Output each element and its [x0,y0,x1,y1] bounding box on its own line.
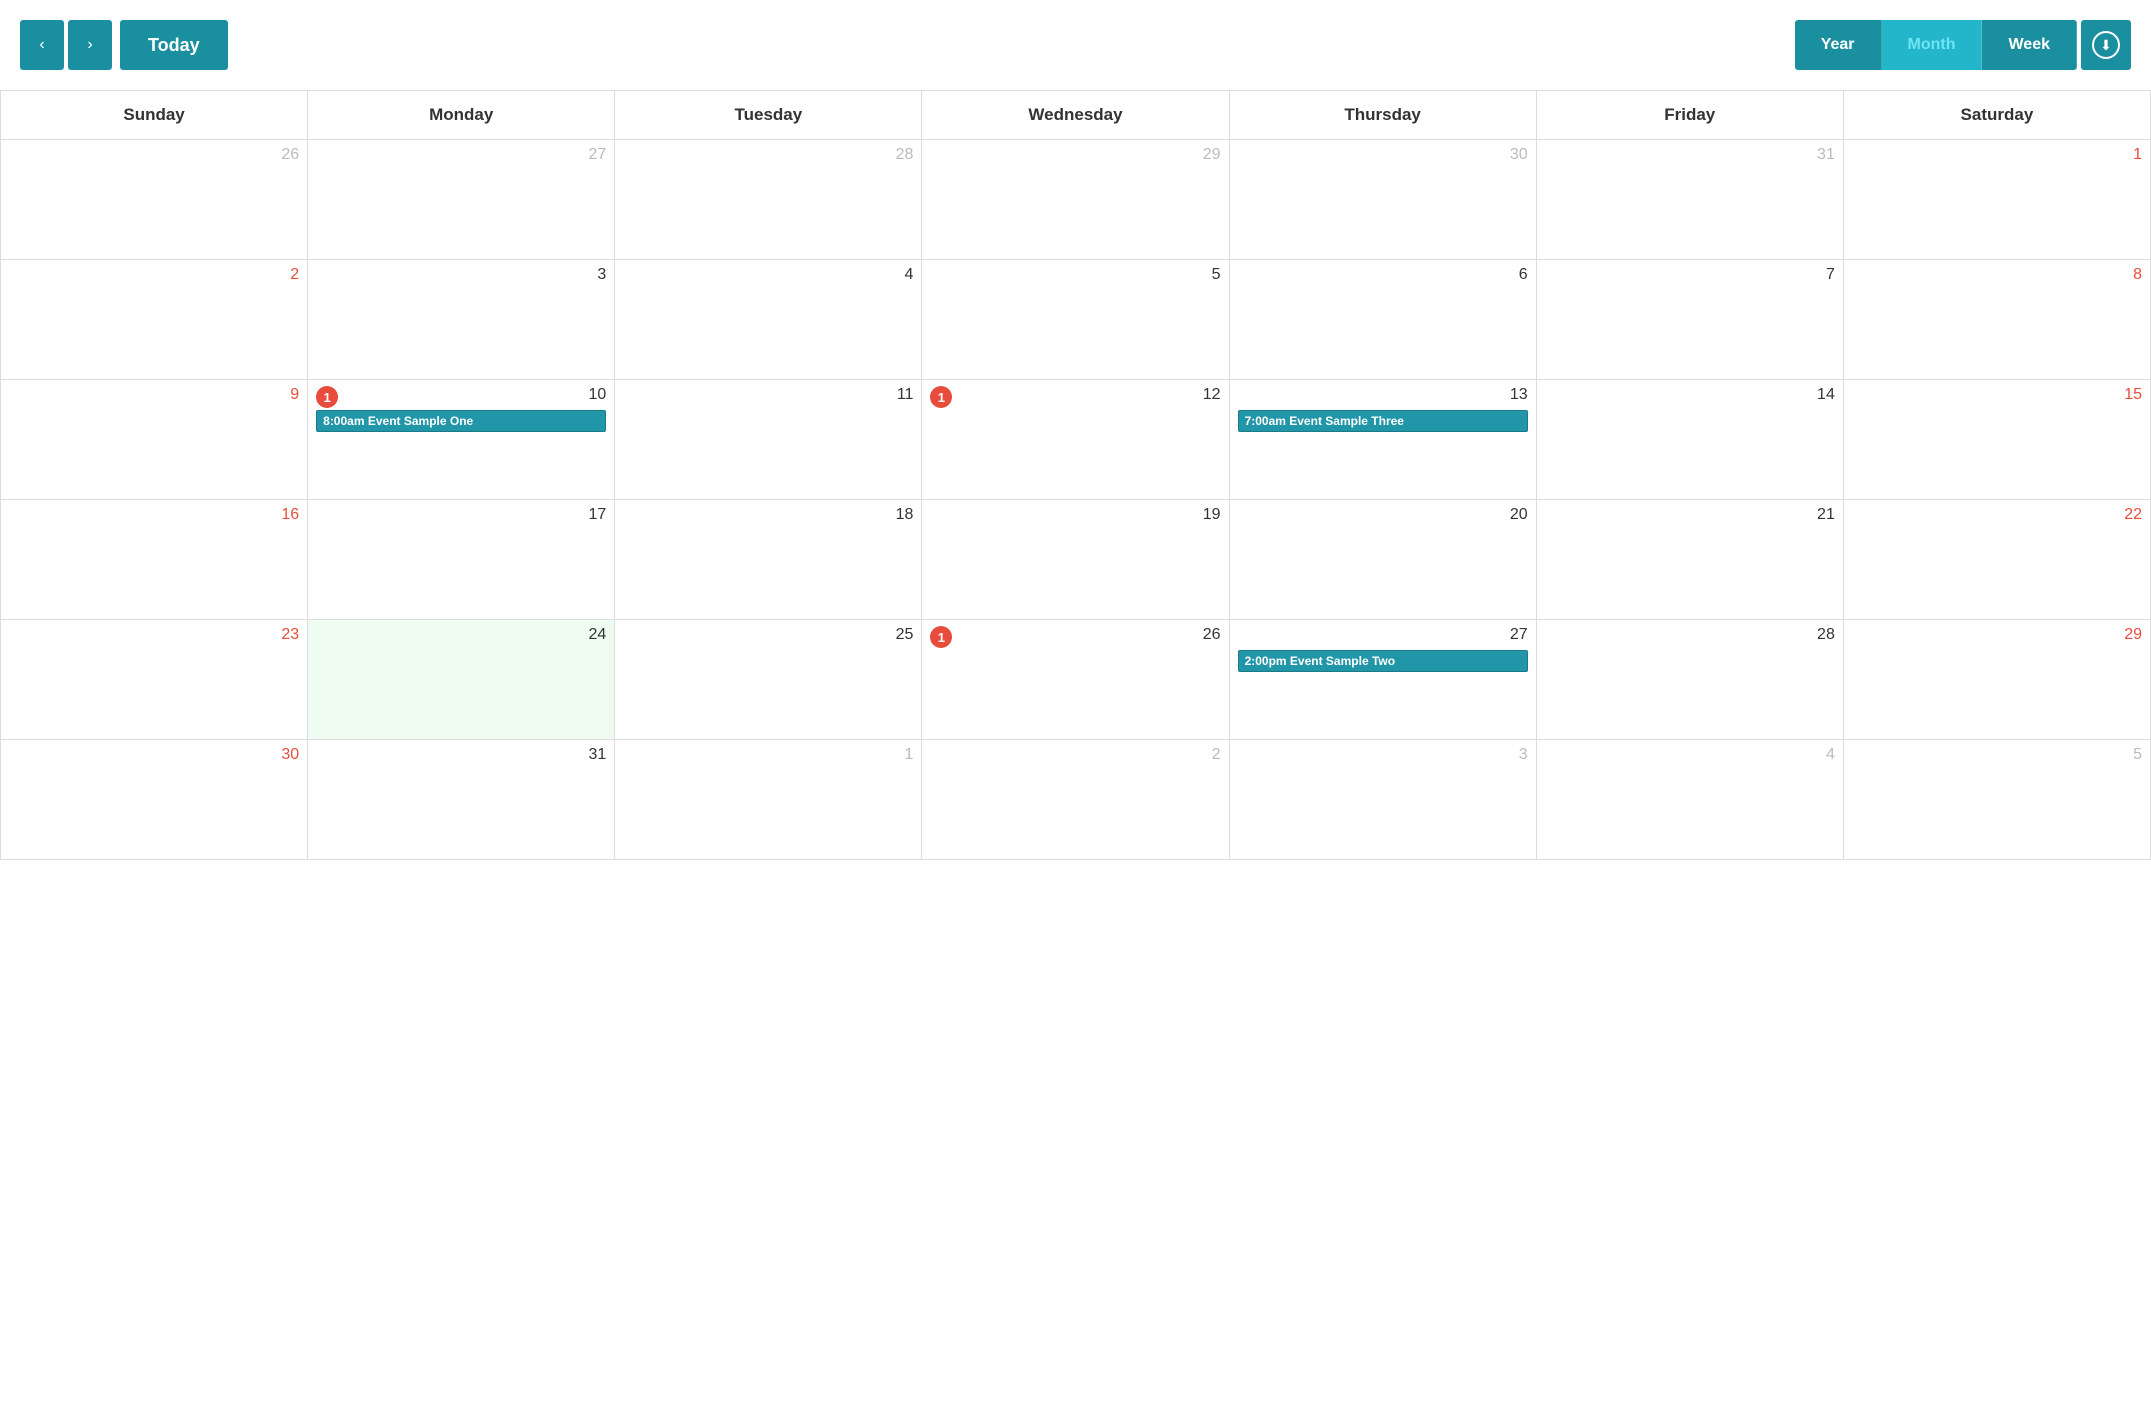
event-badge: 1 [930,386,952,408]
calendar-cell[interactable]: 21 [1537,500,1844,620]
calendar-cell[interactable]: 20 [1230,500,1537,620]
calendar-cell[interactable]: 25 [615,620,922,740]
toolbar-right: Year Month Week ⬇ [1795,20,2131,70]
calendar-cell[interactable]: 8 [1844,260,2151,380]
next-button[interactable]: › [68,20,112,70]
calendar-cell[interactable]: 1 12 [922,380,1229,500]
day-header-saturday: Saturday [1844,91,2151,140]
calendar-cell[interactable]: 1 [1844,140,2151,260]
day-headers: Sunday Monday Tuesday Wednesday Thursday… [0,90,2151,140]
calendar-cell[interactable]: 19 [922,500,1229,620]
calendar-cell[interactable]: 27 [308,140,615,260]
toolbar: ‹ › Today Year Month Week ⬇ [0,10,2151,90]
event-badge: 1 [930,626,952,648]
calendar-cell-today[interactable]: 24 [308,620,615,740]
calendar-cell[interactable]: 9 [1,380,308,500]
calendar-cell[interactable]: 5 [1844,740,2151,860]
calendar-cell[interactable]: 28 [1537,620,1844,740]
month-view-button[interactable]: Month [1882,20,1983,70]
calendar-cell[interactable]: 31 [308,740,615,860]
year-view-button[interactable]: Year [1795,20,1882,70]
calendar-grid: 26 27 28 29 30 31 1 2 3 4 5 6 7 8 9 1 10… [0,140,2151,860]
calendar-cell[interactable]: 27 2:00pm Event Sample Two [1230,620,1537,740]
calendar-cell[interactable]: 29 [1844,620,2151,740]
calendar-cell[interactable]: 1 [615,740,922,860]
calendar-cell[interactable]: 14 [1537,380,1844,500]
calendar-cell[interactable]: 6 [1230,260,1537,380]
calendar-cell[interactable]: 1 10 8:00am Event Sample One [308,380,615,500]
event-bar[interactable]: 2:00pm Event Sample Two [1238,650,1528,672]
day-header-tuesday: Tuesday [615,91,922,140]
day-header-wednesday: Wednesday [922,91,1229,140]
download-button[interactable]: ⬇ [2081,20,2131,70]
calendar-cell[interactable]: 26 [1,140,308,260]
calendar-cell[interactable]: 16 [1,500,308,620]
calendar-cell[interactable]: 17 [308,500,615,620]
prev-button[interactable]: ‹ [20,20,64,70]
calendar-cell[interactable]: 7 [1537,260,1844,380]
event-badge: 1 [316,386,338,408]
calendar-cell[interactable]: 18 [615,500,922,620]
today-button[interactable]: Today [120,20,228,70]
calendar-cell[interactable]: 4 [1537,740,1844,860]
toolbar-left: ‹ › Today [20,20,228,70]
calendar-cell[interactable]: 28 [615,140,922,260]
calendar-cell[interactable]: 31 [1537,140,1844,260]
event-bar[interactable]: 7:00am Event Sample Three [1238,410,1528,432]
calendar-cell[interactable]: 4 [615,260,922,380]
calendar-cell[interactable]: 5 [922,260,1229,380]
calendar-cell[interactable]: 13 7:00am Event Sample Three [1230,380,1537,500]
day-header-monday: Monday [308,91,615,140]
day-header-thursday: Thursday [1230,91,1537,140]
day-header-friday: Friday [1537,91,1844,140]
calendar-cell[interactable]: 22 [1844,500,2151,620]
event-bar[interactable]: 8:00am Event Sample One [316,410,606,432]
calendar-cell[interactable]: 2 [922,740,1229,860]
calendar-cell[interactable]: 3 [1230,740,1537,860]
calendar-cell[interactable]: 30 [1230,140,1537,260]
calendar-cell[interactable]: 11 [615,380,922,500]
week-view-button[interactable]: Week [1982,20,2077,70]
calendar-container: ‹ › Today Year Month Week ⬇ Sunday Monda… [0,0,2151,870]
calendar-cell[interactable]: 1 26 [922,620,1229,740]
calendar-cell[interactable]: 3 [308,260,615,380]
calendar-cell[interactable]: 15 [1844,380,2151,500]
download-icon: ⬇ [2092,31,2120,59]
calendar-cell[interactable]: 23 [1,620,308,740]
calendar-cell[interactable]: 30 [1,740,308,860]
day-header-sunday: Sunday [1,91,308,140]
calendar-cell[interactable]: 29 [922,140,1229,260]
calendar-cell[interactable]: 2 [1,260,308,380]
